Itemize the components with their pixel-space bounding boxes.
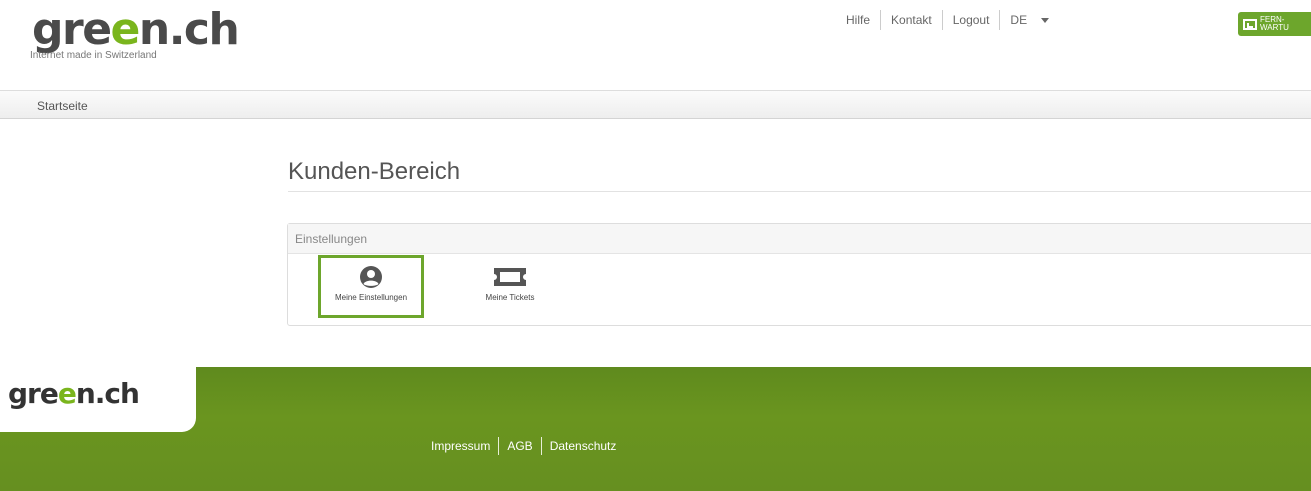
language-selector[interactable]: DE [1000,10,1059,30]
tile-meine-einstellungen[interactable]: Meine Einstellungen [318,255,424,318]
top-navigation: Hilfe Kontakt Logout DE [838,10,1059,30]
settings-panel: Einstellungen Meine Einstellungen Meine … [287,223,1311,326]
breadcrumb: Startseite [0,90,1311,119]
site-logo[interactable]: green.ch [32,4,240,55]
monitor-icon [1243,18,1257,30]
user-icon [360,266,382,288]
ticket-icon [494,268,526,286]
title-divider [288,191,1311,192]
breadcrumb-home-link[interactable]: Startseite [37,99,88,113]
tile-label: Meine Tickets [485,293,535,302]
nav-hilfe-link[interactable]: Hilfe [838,10,882,30]
panel-heading: Einstellungen [288,224,1311,254]
site-footer [0,367,1311,491]
footer-datenschutz-link[interactable]: Datenschutz [540,437,625,455]
footer-impressum-link[interactable]: Impressum [423,437,498,455]
logo-tagline: Internet made in Switzerland [30,50,157,61]
footer-agb-link[interactable]: AGB [498,437,540,455]
page-title: Kunden-Bereich [288,158,461,185]
nav-logout-link[interactable]: Logout [943,10,1001,30]
footer-logo-box: green.ch [0,367,196,432]
caret-down-icon [1041,17,1050,23]
remote-support-label: FERN- WARTU [1260,15,1289,32]
tile-label: Meine Einstellungen [334,293,408,302]
logo-wordmark: green.ch [32,4,240,55]
remote-support-button[interactable]: FERN- WARTU [1238,12,1311,36]
nav-kontakt-link[interactable]: Kontakt [881,10,943,30]
footer-navigation: Impressum AGB Datenschutz [423,437,624,455]
tile-meine-tickets[interactable]: Meine Tickets [457,255,563,318]
footer-logo[interactable]: green.ch [8,377,140,410]
language-label: DE [1010,13,1028,27]
